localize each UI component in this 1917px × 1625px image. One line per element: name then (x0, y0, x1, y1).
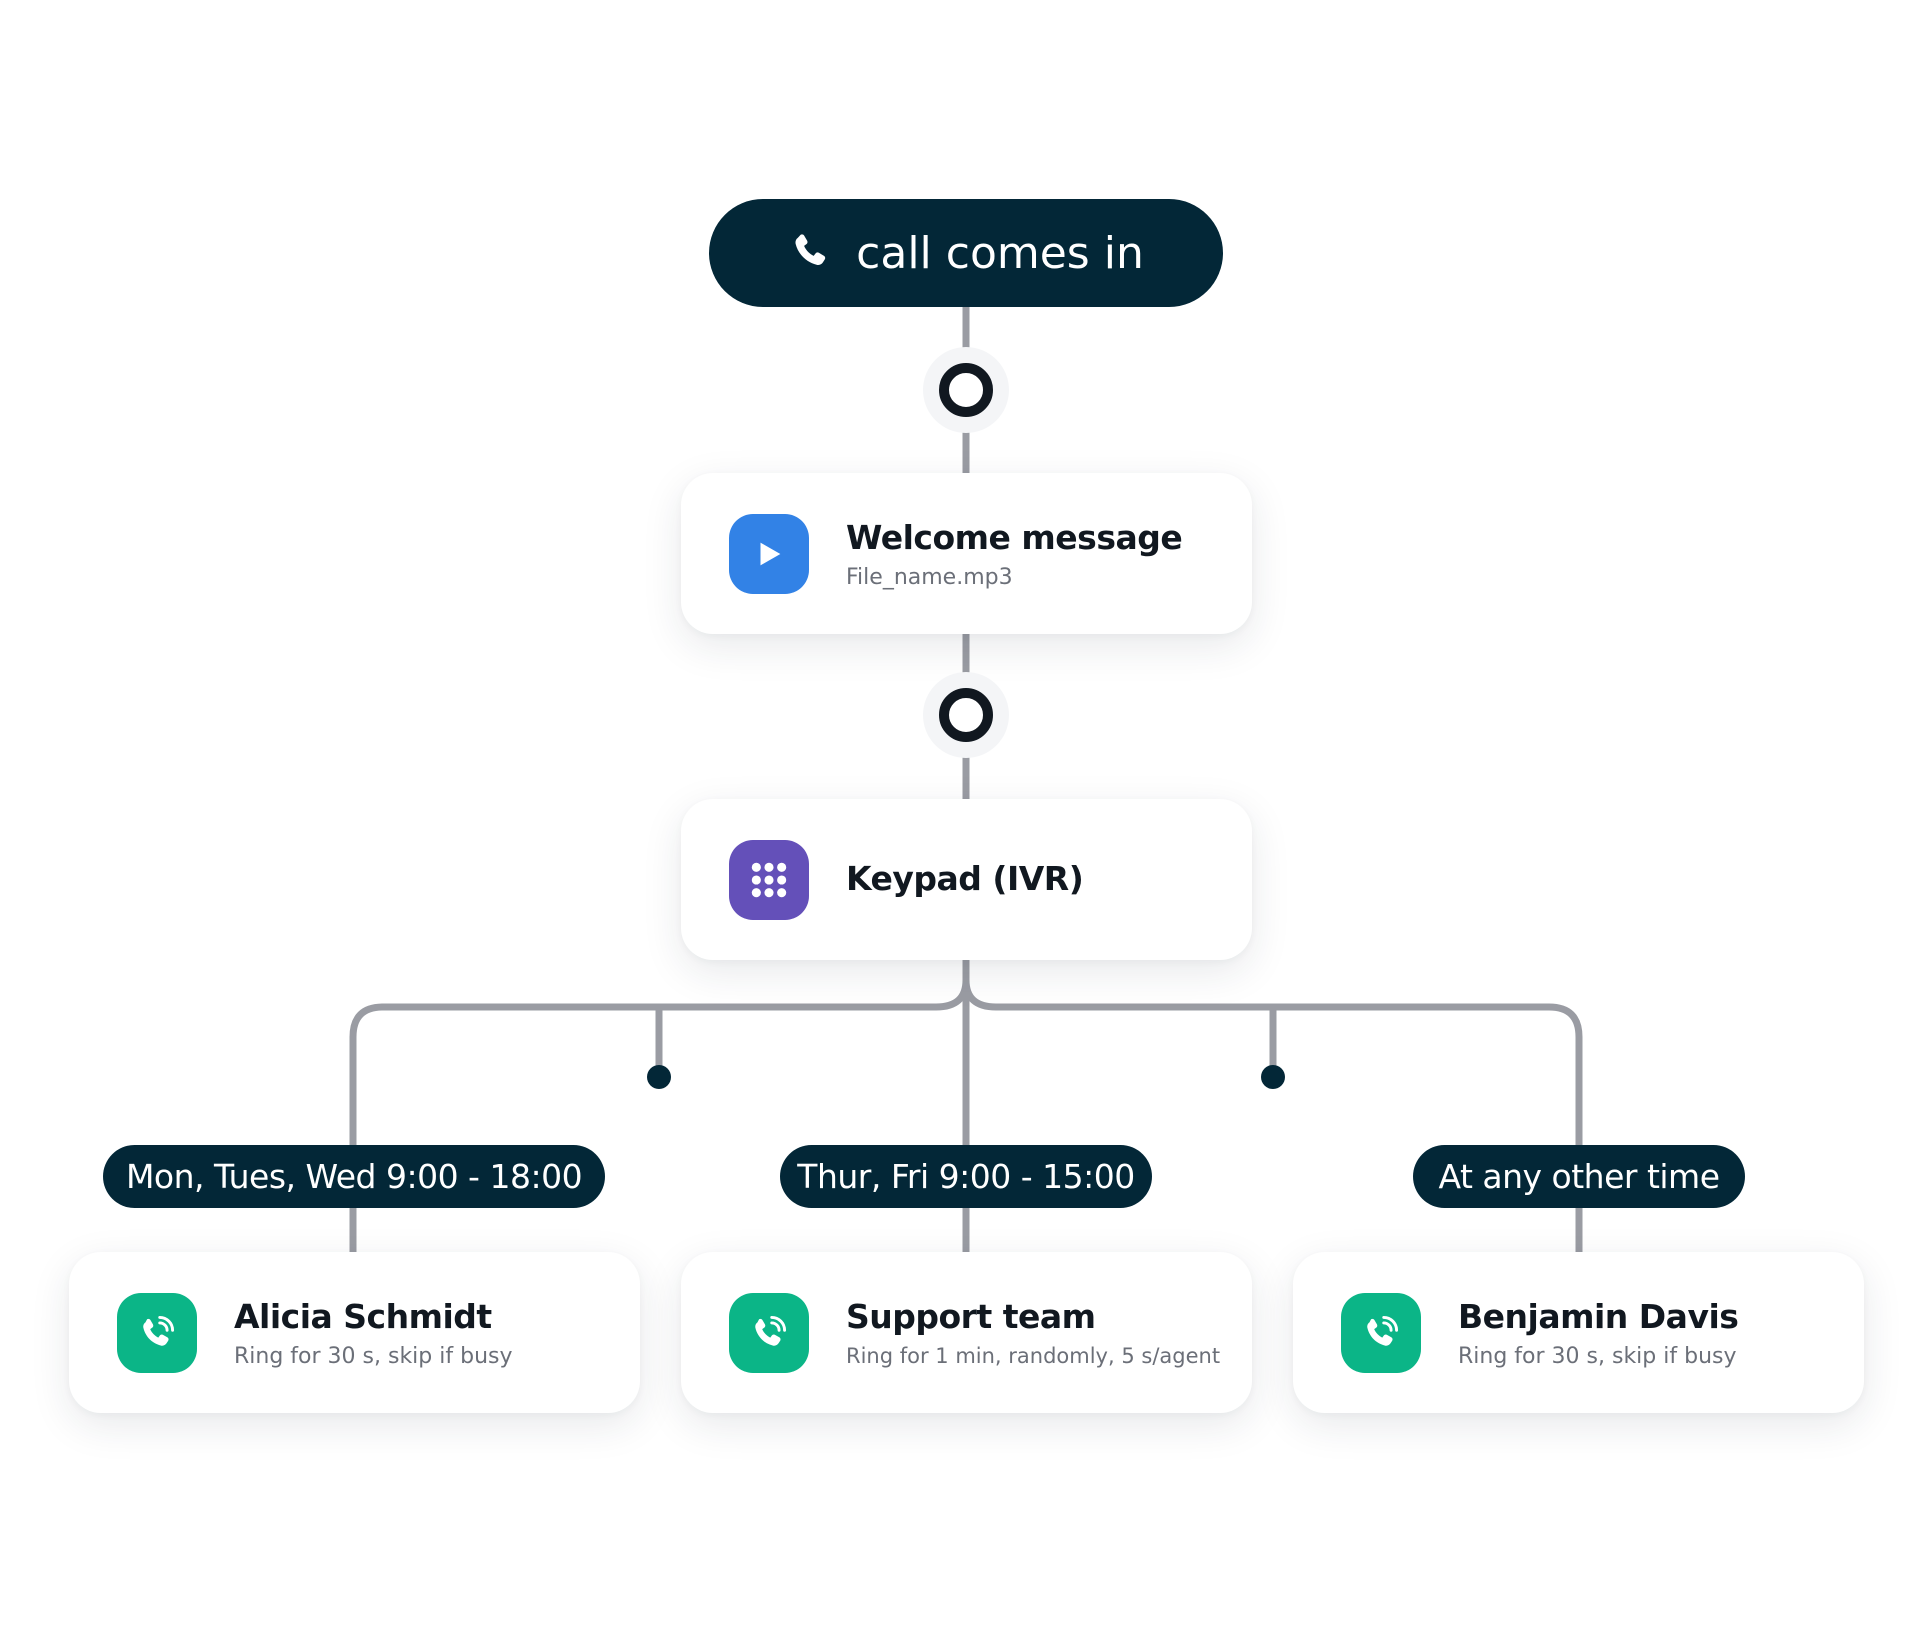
phone-ringing-icon (117, 1293, 197, 1373)
phone-ringing-icon (1341, 1293, 1421, 1373)
schedule-text: Mon, Tues, Wed 9:00 - 18:00 (125, 1157, 583, 1196)
agent-card-alicia-schmidt[interactable]: Alicia Schmidt Ring for 30 s, skip if bu… (69, 1252, 640, 1413)
card-subtitle: File_name.mp3 (846, 565, 1013, 590)
schedule-label-thu-fri[interactable]: Thur, Fri 9:00 - 15:00 (780, 1145, 1152, 1208)
schedule-label-other[interactable]: At any other time (1413, 1145, 1745, 1208)
card-title: Keypad (IVR) (846, 859, 1084, 898)
phone-icon (795, 234, 826, 265)
schedule-label-mon-wed[interactable]: Mon, Tues, Wed 9:00 - 18:00 (103, 1145, 605, 1208)
start-label: call comes in (856, 227, 1144, 279)
card-subtitle: Ring for 1 min, randomly, 5 s/agent (846, 1344, 1221, 1368)
agent-card-benjamin-davis[interactable]: Benjamin Davis Ring for 30 s, skip if bu… (1293, 1252, 1864, 1413)
card-title: Welcome message (846, 518, 1183, 557)
call-comes-in-trigger[interactable]: call comes in (709, 199, 1223, 307)
agent-card-support-team[interactable]: Support team Ring for 1 min, randomly, 5… (681, 1252, 1252, 1413)
card-title: Benjamin Davis (1458, 1297, 1739, 1336)
schedule-text: Thur, Fri 9:00 - 15:00 (797, 1157, 1135, 1196)
add-step-node[interactable] (923, 672, 1009, 758)
keypad-ivr-card[interactable]: Keypad (IVR) (681, 799, 1252, 960)
card-subtitle: Ring for 30 s, skip if busy (1458, 1344, 1737, 1369)
add-step-node[interactable] (923, 347, 1009, 433)
welcome-message-card[interactable]: Welcome message File_name.mp3 (681, 473, 1252, 634)
card-subtitle: Ring for 30 s, skip if busy (234, 1344, 513, 1369)
phone-ringing-icon (729, 1293, 809, 1373)
keypad-icon (729, 840, 809, 920)
card-title: Alicia Schmidt (234, 1297, 492, 1336)
card-title: Support team (846, 1297, 1096, 1336)
branch-dot (647, 1065, 671, 1089)
play-icon (729, 514, 809, 594)
schedule-text: At any other time (1438, 1157, 1720, 1196)
branch-dot (1261, 1065, 1285, 1089)
